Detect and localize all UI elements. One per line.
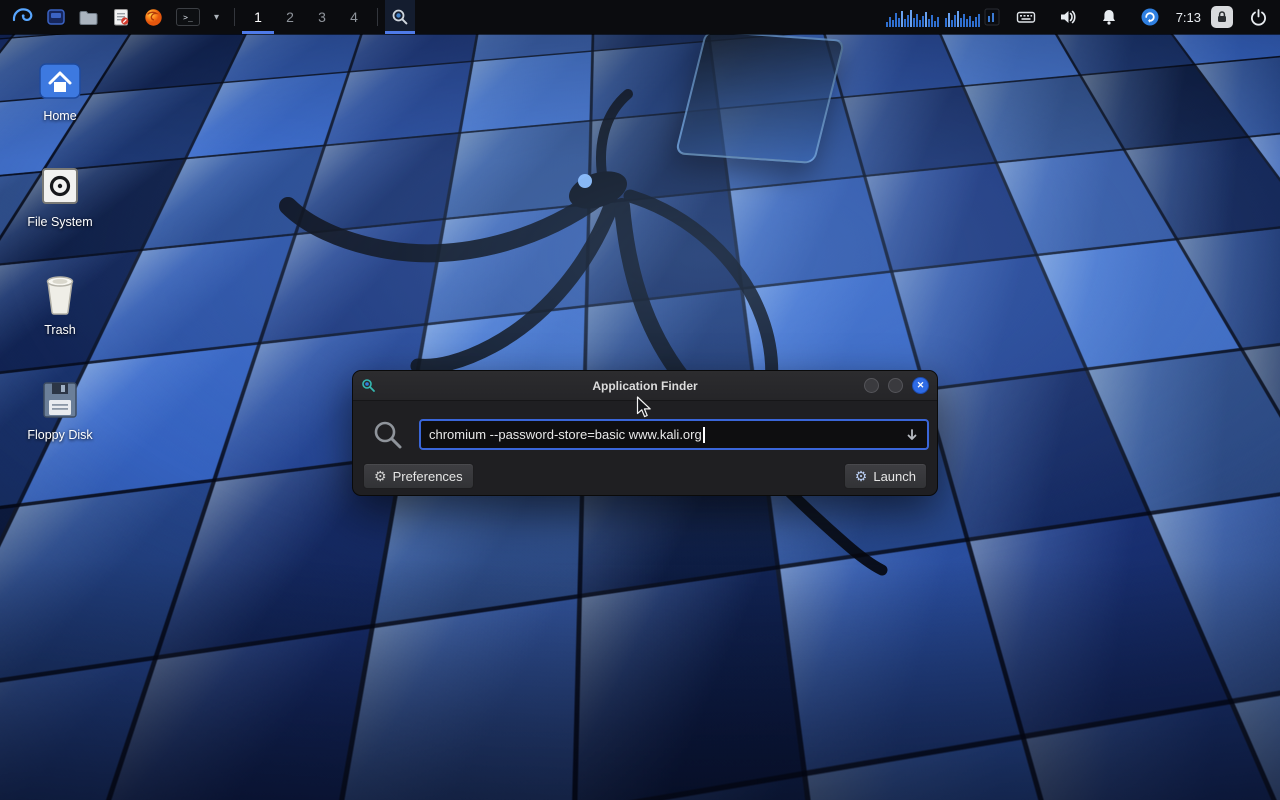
minimize-button[interactable] bbox=[864, 378, 879, 393]
text-caret bbox=[703, 427, 705, 443]
terminal-button[interactable]: >_ bbox=[170, 0, 206, 34]
workspace-button-2[interactable]: 2 bbox=[274, 0, 306, 34]
workspace-label: 2 bbox=[286, 9, 294, 25]
close-icon: ✕ bbox=[917, 380, 925, 391]
text-editor-button[interactable] bbox=[105, 0, 137, 34]
workspace-button-1[interactable]: 1 bbox=[242, 0, 274, 34]
firefox-button[interactable] bbox=[137, 0, 170, 34]
terminal-dropdown-button[interactable]: ▾ bbox=[206, 0, 227, 34]
keyboard-icon bbox=[1016, 7, 1036, 27]
chevron-down-icon: ▾ bbox=[212, 12, 221, 23]
floppy-icon bbox=[39, 379, 81, 421]
drive-icon bbox=[38, 164, 82, 208]
volume-icon bbox=[1058, 7, 1078, 27]
kali-logo-icon bbox=[10, 5, 34, 29]
window-controls: ✕ bbox=[855, 377, 929, 394]
workspace-button-3[interactable]: 3 bbox=[306, 0, 338, 34]
firefox-icon bbox=[143, 7, 164, 28]
update-icon bbox=[1140, 7, 1160, 27]
history-dropdown-button[interactable] bbox=[905, 428, 919, 442]
system-monitor-graph[interactable] bbox=[885, 6, 1000, 28]
search-icon bbox=[391, 8, 409, 26]
logout-button[interactable] bbox=[1243, 0, 1274, 34]
maximize-button[interactable] bbox=[888, 378, 903, 393]
panel-separator bbox=[234, 8, 235, 26]
workspace-label: 3 bbox=[318, 9, 326, 25]
application-finder-window: Application Finder ✕ chromium --password… bbox=[352, 370, 938, 496]
desktop-icon-label: Trash bbox=[44, 323, 76, 337]
file-manager-button[interactable] bbox=[72, 0, 105, 34]
desktop-icon-label: Home bbox=[43, 109, 76, 123]
keyboard-tray-button[interactable] bbox=[1010, 0, 1042, 34]
window-app-icon bbox=[361, 378, 376, 393]
preferences-button[interactable]: ⚙ Preferences bbox=[363, 463, 474, 489]
workspace-label: 4 bbox=[350, 9, 358, 25]
lock-screen-button[interactable] bbox=[1211, 6, 1233, 28]
top-panel: >_ ▾ 1 2 3 4 bbox=[0, 0, 1280, 34]
notifications-tray-button[interactable] bbox=[1094, 0, 1124, 34]
desktop-icon-label: Floppy Disk bbox=[27, 428, 92, 442]
terminal-icon: >_ bbox=[176, 8, 200, 26]
applications-menu-button[interactable] bbox=[4, 0, 40, 34]
folder-icon bbox=[78, 7, 99, 28]
desktop-icon-home[interactable]: Home bbox=[12, 58, 108, 123]
mouse-cursor bbox=[636, 396, 652, 418]
window-icon bbox=[46, 7, 66, 27]
close-button[interactable]: ✕ bbox=[912, 377, 929, 394]
search-input[interactable]: chromium --password-store=basic www.kali… bbox=[419, 419, 929, 450]
window-manager-button[interactable] bbox=[40, 0, 72, 34]
desktop-icon-floppy-disk[interactable]: Floppy Disk bbox=[12, 379, 108, 442]
panel-right-cluster: 7:13 bbox=[885, 0, 1280, 34]
bell-icon bbox=[1100, 8, 1118, 26]
window-title: Application Finder bbox=[353, 379, 937, 393]
arrow-down-icon bbox=[905, 428, 919, 442]
launch-button-label: Launch bbox=[873, 469, 916, 484]
search-input-value: chromium --password-store=basic www.kali… bbox=[429, 427, 702, 442]
desktop-icon-file-system[interactable]: File System bbox=[12, 164, 108, 229]
volume-tray-button[interactable] bbox=[1052, 0, 1084, 34]
panel-separator bbox=[377, 8, 378, 26]
preferences-button-label: Preferences bbox=[393, 469, 463, 484]
launch-button[interactable]: ⚙ Launch bbox=[844, 463, 927, 489]
power-icon bbox=[1249, 8, 1268, 27]
desktop-icon-trash[interactable]: Trash bbox=[12, 272, 108, 337]
panel-left-cluster: >_ ▾ 1 2 3 4 bbox=[0, 0, 415, 34]
lock-icon bbox=[1215, 10, 1229, 24]
terminal-prompt-glyph: >_ bbox=[183, 13, 193, 22]
launch-icon: ⚙ bbox=[855, 469, 868, 483]
desktop-icon-label: File System bbox=[27, 215, 92, 229]
gear-icon: ⚙ bbox=[374, 469, 387, 483]
home-icon bbox=[37, 58, 83, 102]
app-finder-button[interactable] bbox=[385, 0, 415, 34]
clock[interactable]: 7:13 bbox=[1176, 10, 1201, 25]
search-icon bbox=[371, 418, 405, 452]
document-edit-icon bbox=[111, 7, 131, 27]
workspace-label: 1 bbox=[254, 9, 262, 25]
workspace-button-4[interactable]: 4 bbox=[338, 0, 370, 34]
trash-icon bbox=[40, 272, 80, 316]
updates-tray-button[interactable] bbox=[1134, 0, 1166, 34]
